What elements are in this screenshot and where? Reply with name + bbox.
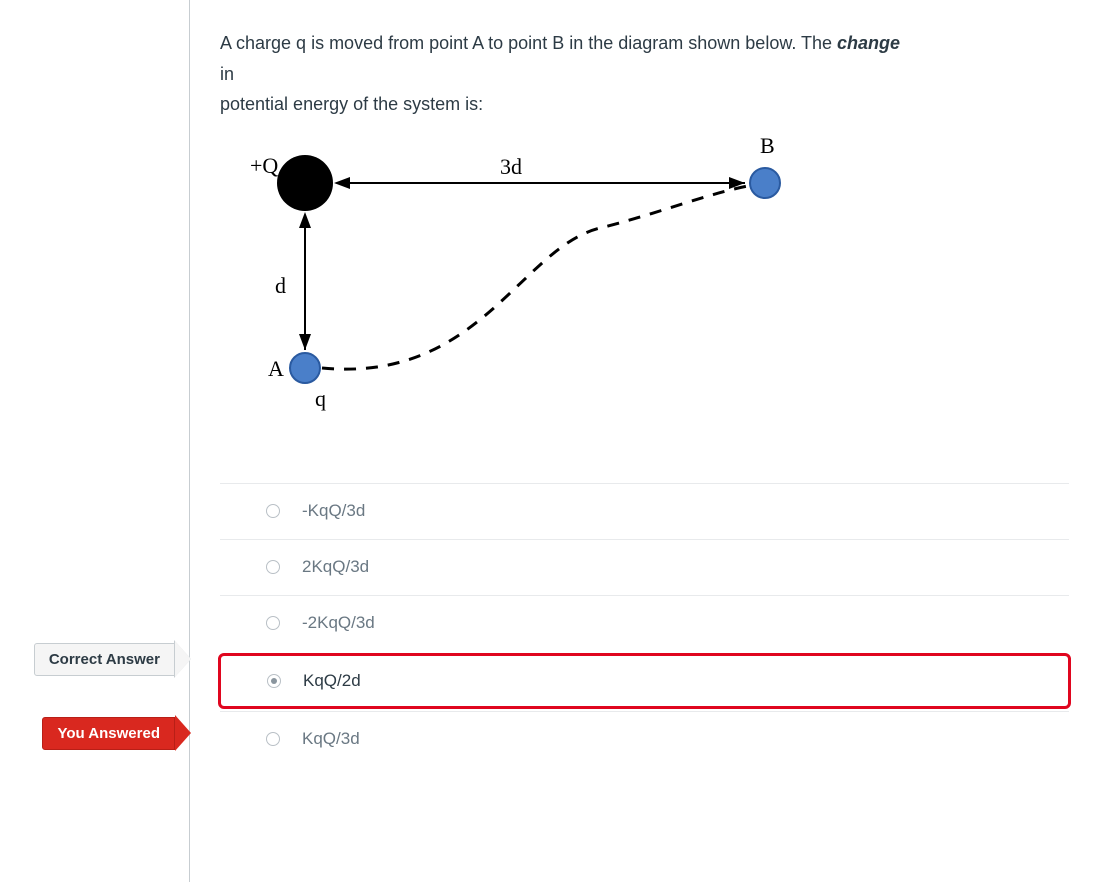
answer-option-correct[interactable]: -2KqQ/3d bbox=[220, 595, 1069, 651]
radio-icon[interactable] bbox=[266, 732, 280, 746]
charge-Q-icon bbox=[277, 155, 333, 211]
label-3d: 3d bbox=[500, 154, 522, 179]
answer-text: -KqQ/3d bbox=[302, 501, 365, 521]
question-text: A charge q is moved from point A to poin… bbox=[220, 28, 1069, 120]
badge-arrow-icon bbox=[175, 715, 191, 751]
point-A-icon bbox=[290, 353, 320, 383]
label-B: B bbox=[760, 133, 775, 158]
label-Q: +Q bbox=[250, 153, 278, 178]
label-d: d bbox=[275, 273, 286, 298]
radio-icon[interactable] bbox=[266, 504, 280, 518]
question-line-3: potential energy of the system is: bbox=[220, 94, 483, 114]
point-B-icon bbox=[750, 168, 780, 198]
you-answered-badge: You Answered bbox=[42, 715, 191, 751]
label-q: q bbox=[315, 386, 326, 411]
answer-text: 2KqQ/3d bbox=[302, 557, 369, 577]
correct-answer-badge: Correct Answer bbox=[34, 641, 191, 677]
path-A-to-B-icon bbox=[322, 186, 748, 369]
correct-answer-label: Correct Answer bbox=[34, 643, 175, 676]
diagram-svg: +Q B 3d d A q bbox=[220, 128, 800, 438]
question-content: A charge q is moved from point A to poin… bbox=[190, 0, 1099, 882]
answer-text: KqQ/2d bbox=[303, 671, 361, 691]
answer-option[interactable]: 2KqQ/3d bbox=[220, 539, 1069, 595]
label-A: A bbox=[268, 356, 284, 381]
question-line-1-em: change bbox=[837, 33, 900, 53]
answer-option[interactable]: -KqQ/3d bbox=[220, 483, 1069, 539]
badge-column: Correct Answer You Answered bbox=[0, 0, 190, 882]
answer-option[interactable]: KqQ/3d bbox=[220, 711, 1069, 767]
answer-option-user-selected[interactable]: KqQ/2d bbox=[218, 653, 1071, 709]
badge-arrow-icon bbox=[175, 641, 191, 677]
radio-icon-selected[interactable] bbox=[267, 674, 281, 688]
answer-text: KqQ/3d bbox=[302, 729, 360, 749]
diagram: +Q B 3d d A q bbox=[220, 128, 1069, 443]
radio-icon[interactable] bbox=[266, 616, 280, 630]
radio-icon[interactable] bbox=[266, 560, 280, 574]
you-answered-label: You Answered bbox=[42, 717, 175, 750]
question-line-2: in bbox=[220, 64, 234, 84]
answer-list: -KqQ/3d 2KqQ/3d -2KqQ/3d KqQ/2d KqQ/3d bbox=[220, 483, 1069, 767]
answer-text: -2KqQ/3d bbox=[302, 613, 375, 633]
question-line-1-pre: A charge q is moved from point A to poin… bbox=[220, 33, 837, 53]
